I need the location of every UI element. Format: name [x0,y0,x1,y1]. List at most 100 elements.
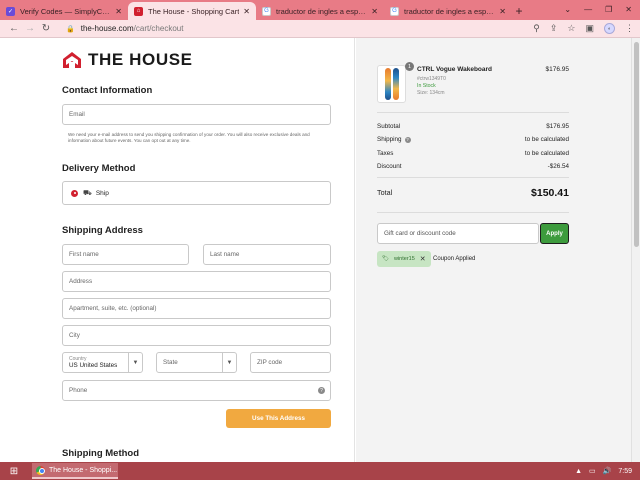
help-icon[interactable]: ? [404,136,411,143]
browser-tab-the-house[interactable]: ⌂ The House - Shopping Cart ✕ [128,2,256,20]
browser-tab-translator-2[interactable]: G traductor de ingles a español - ✕ [384,2,512,20]
checkout-page: THE HOUSE Contact Information Email We n… [0,38,640,462]
side-panel-icon[interactable]: ▣ [585,23,594,34]
discount-row: Discount -$26.54 [377,163,569,170]
shipping-value: to be calculated [524,136,569,143]
close-tab-icon[interactable]: ✕ [499,7,506,16]
restore-icon[interactable]: ❐ [605,5,612,14]
subtotal-label: Subtotal [377,123,401,130]
new-tab-button[interactable]: + [512,2,526,20]
tray-up-arrow-icon[interactable]: ▲ [575,468,582,475]
url-domain: the-house.com [80,24,134,33]
os-taskbar: ⊞ The House - Shoppi... ▲ ▭ 🔊 7:59 [0,462,640,480]
window-controls: ⌄ — ❐ ✕ [564,0,640,18]
chevron-down-icon: ▼ [222,353,236,372]
browser-tab-simplycodes[interactable]: ✓ Verify Codes — SimplyCodes ✕ [0,2,128,20]
email-field[interactable]: Email [62,104,331,125]
phone-field[interactable]: Phone ? [62,380,331,401]
minimize-icon[interactable]: — [584,5,592,14]
brand-logo[interactable]: THE HOUSE [62,50,193,70]
menu-kebab-icon[interactable]: ⋮ [625,23,634,34]
volume-icon[interactable]: 🔊 [603,467,612,475]
tab-title: Verify Codes — SimplyCodes [20,6,112,16]
scrollbar-thumb[interactable] [634,42,639,247]
discount-label: Discount [377,163,402,170]
tab-title: traductor de ingles a español - [276,6,368,16]
close-tab-icon[interactable]: ✕ [115,7,122,16]
product-thumbnail [377,65,406,103]
city-field[interactable]: City [62,325,331,346]
quantity-badge: 1 [405,62,414,71]
browser-tab-translator-1[interactable]: G traductor de ingles a español - ✕ [256,2,384,20]
shipping-label: Shipping [377,136,402,143]
discount-code-input[interactable]: Gift card or discount code [377,223,539,244]
country-select[interactable]: Country US United States ▼ [62,352,143,373]
delivery-option-ship[interactable]: ⛟ Ship [62,181,331,205]
network-icon[interactable]: ▭ [589,467,596,475]
url-field[interactable]: 🔒 the-house.com/cart/checkout [66,24,533,33]
coupon-applied-message: Coupon Applied [433,256,476,262]
ship-radio[interactable] [71,189,78,197]
browser-toolbar-right: ⚲ ⇪ ☆ ▣ ◐ ⋮ [533,23,634,34]
taskbar-chrome-item[interactable]: The House - Shoppi... [32,463,118,479]
subtotal-row: Subtotal $176.95 [377,123,569,130]
city-placeholder: City [69,332,80,339]
divider [377,112,569,113]
apply-button[interactable]: Apply [540,223,569,244]
last-name-field[interactable]: Last name [203,244,331,265]
product-stock: In Stock [417,83,436,89]
wakeboard-image-right [392,68,399,100]
email-placeholder: Email [69,111,85,118]
first-name-field[interactable]: First name [62,244,189,265]
last-name-placeholder: Last name [210,251,240,258]
url-path: /cart/checkout [133,24,184,33]
ship-label: Ship [95,189,109,197]
lock-icon[interactable]: 🔒 [66,25,75,33]
phone-placeholder: Phone [69,387,88,394]
tab-title: traductor de ingles a español - [404,6,496,16]
address-field[interactable]: Address [62,271,331,292]
zip-field[interactable]: ZIP code [250,352,331,373]
reload-icon[interactable]: ↻ [38,23,54,34]
google-favicon-icon: G [262,6,271,16]
start-menu-icon[interactable]: ⊞ [0,462,28,480]
back-icon[interactable]: ← [6,23,22,34]
house-logo-icon [63,52,81,68]
chevron-down-icon: ▼ [128,353,142,372]
apartment-placeholder: Apartment, suite, etc. (optional) [69,305,157,312]
page-scrollbar[interactable] [631,38,640,462]
address-bar: ← → ↻ 🔒 the-house.com/cart/checkout ⚲ ⇪ … [0,20,640,38]
taxes-row: Taxes to be calculated [377,150,569,157]
country-value: US United States [69,361,118,369]
total-value: $150.41 [531,187,569,199]
divider [377,212,569,213]
zoom-icon[interactable]: ⚲ [533,23,540,34]
zip-placeholder: ZIP code [257,359,283,366]
product-sku: #ctrw1349T0 [417,76,446,82]
wakeboard-image-left [384,68,391,100]
state-select[interactable]: State ▼ [156,352,237,373]
profile-avatar-icon[interactable]: ◐ [604,23,615,34]
taxes-value: to be calculated [524,150,569,157]
close-window-icon[interactable]: ✕ [625,5,632,14]
help-icon[interactable]: ? [318,387,325,394]
the-house-favicon-icon: ⌂ [134,6,143,16]
clock[interactable]: 7:59 [618,468,632,475]
tab-title: The House - Shopping Cart [148,6,240,16]
browser-tab-strip: ✓ Verify Codes — SimplyCodes ✕ ⌂ The Hou… [0,0,640,20]
taxes-label: Taxes [377,150,394,157]
tab-search-icon[interactable]: ⌄ [564,5,571,14]
system-tray: ▲ ▭ 🔊 7:59 [575,462,632,480]
remove-coupon-icon[interactable]: ✕ [420,255,426,263]
share-icon[interactable]: ⇪ [550,23,558,34]
forward-icon[interactable]: → [22,23,38,34]
close-tab-icon[interactable]: ✕ [371,7,378,16]
brand-name: THE HOUSE [88,50,193,69]
shipping-label-wrap: Shipping? [377,136,411,143]
bookmark-star-icon[interactable]: ☆ [567,23,575,34]
google-favicon-icon: G [390,6,399,16]
close-tab-icon[interactable]: ✕ [243,7,250,16]
apartment-field[interactable]: Apartment, suite, etc. (optional) [62,298,331,319]
total-label: Total [377,188,393,197]
use-this-address-button[interactable]: Use This Address [226,409,331,428]
